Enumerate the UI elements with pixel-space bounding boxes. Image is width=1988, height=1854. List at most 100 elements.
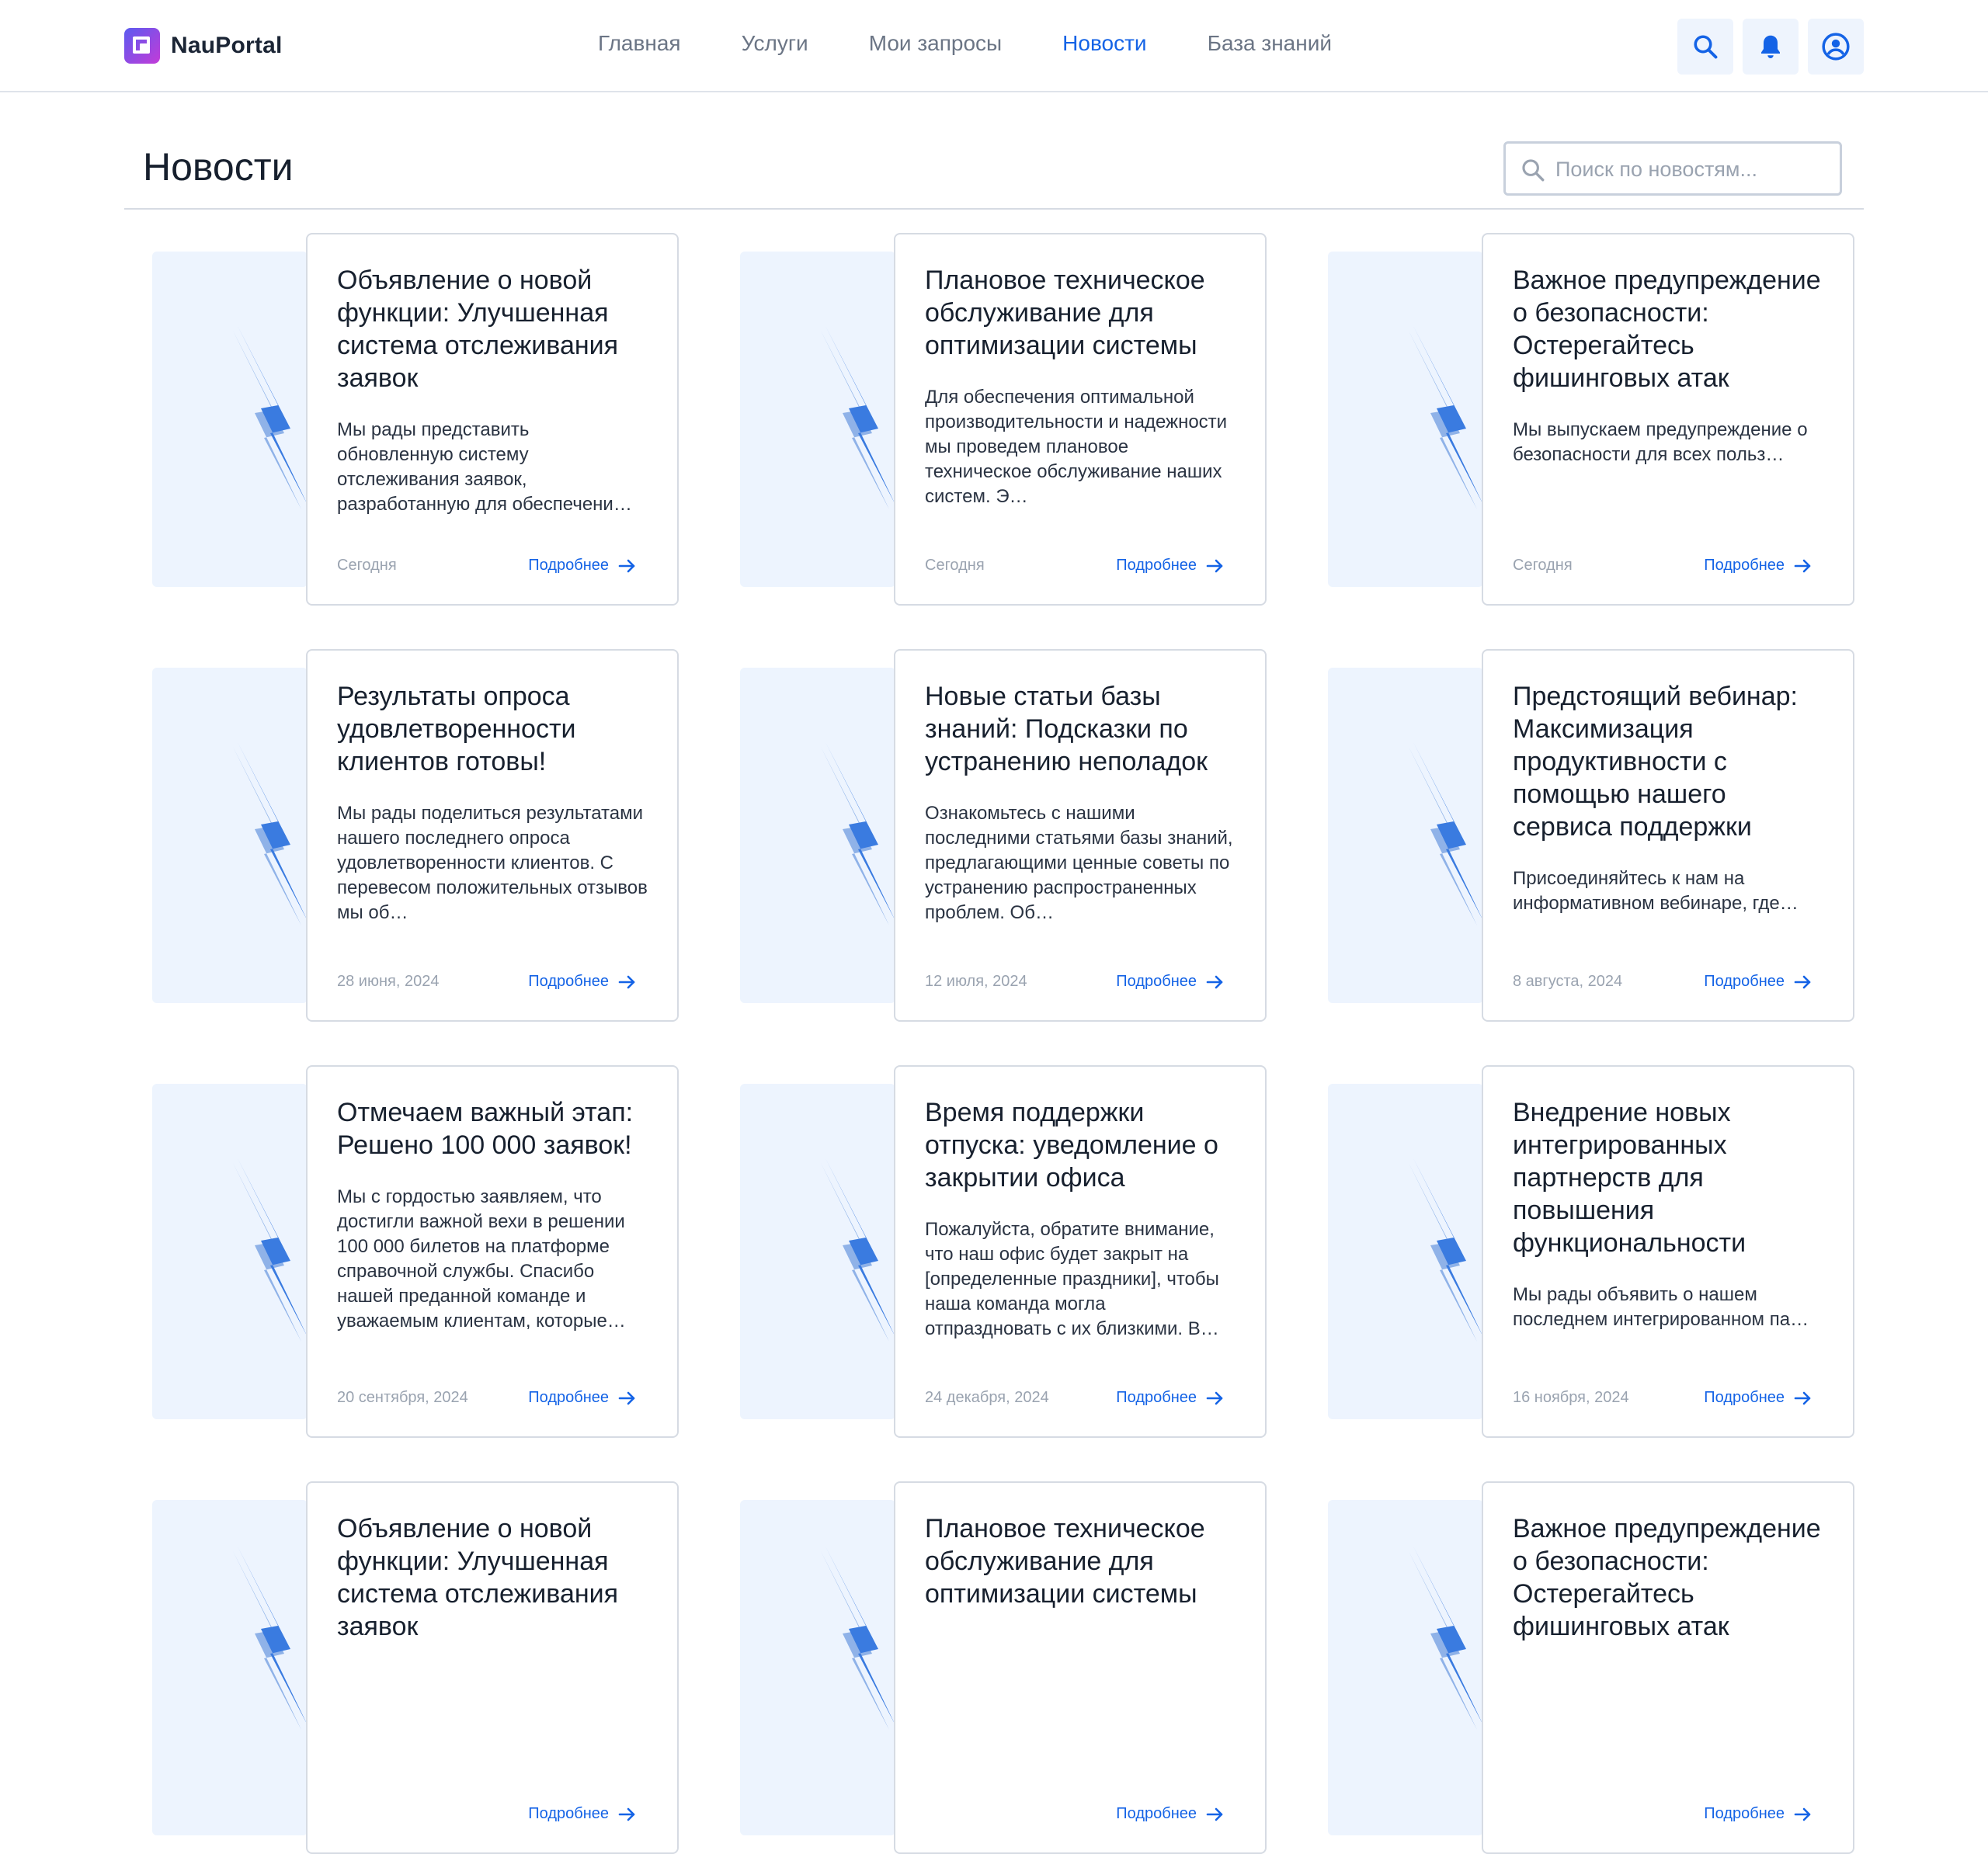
read-more-link[interactable]: Подробнее [528, 557, 637, 575]
nav-item-knowledge-base[interactable]: База знаний [1208, 31, 1332, 56]
news-card-title[interactable]: Важное предупреждение о безопасности: Ос… [1513, 264, 1823, 394]
news-card-body: Объявление о новой функции: Улучшенная с… [306, 233, 679, 606]
news-card-footer: 16 ноября, 2024 Подробнее [1513, 1389, 1812, 1407]
arrow-right-icon [618, 559, 635, 572]
news-card-description: Пожалуйста, обратите внимание, что наш о… [925, 1219, 1219, 1339]
arrow-right-icon [1206, 975, 1223, 988]
news-card-date: 8 августа, 2024 [1513, 973, 1623, 990]
main-nav: Главная Услуги Мои запросы Новости База … [598, 31, 1392, 56]
news-card-title[interactable]: Предстоящий вебинар: Максимизация продук… [1513, 680, 1823, 843]
news-card[interactable]: Отмечаем важный этап: Решено 100 000 зая… [124, 1065, 679, 1438]
news-card-image [1328, 1084, 1483, 1419]
read-more-label: Подробнее [1704, 973, 1785, 990]
lightning-icon [815, 742, 895, 929]
read-more-link[interactable]: Подробнее [1704, 1389, 1812, 1407]
nav-item-news[interactable]: Новости [1062, 31, 1146, 56]
read-more-label: Подробнее [528, 557, 609, 574]
read-more-label: Подробнее [1704, 1389, 1785, 1406]
read-more-link[interactable]: Подробнее [1116, 557, 1225, 575]
news-card[interactable]: Важное предупреждение о безопасности: Ос… [1300, 233, 1854, 606]
news-card-footer: 8 августа, 2024 Подробнее [1513, 973, 1812, 991]
header-search-button[interactable] [1677, 19, 1733, 75]
news-card-image [152, 668, 308, 1003]
arrow-right-icon [1206, 559, 1223, 572]
news-card-description: Мы выпускаем предупреждение о безопаснос… [1513, 419, 1808, 465]
news-card-date: Сегодня [1513, 557, 1573, 574]
news-card-date: 28 июня, 2024 [337, 973, 440, 990]
arrow-right-icon [618, 1807, 635, 1821]
logo[interactable]: NauPortal [124, 28, 283, 64]
news-card-title[interactable]: Плановое техническое обслуживание для оп… [925, 264, 1236, 362]
nav-item-home[interactable]: Главная [598, 31, 681, 56]
read-more-link[interactable]: Подробнее [528, 1389, 637, 1407]
news-card[interactable]: Объявление о новой функции: Улучшенная с… [124, 1481, 679, 1854]
news-card-date: 20 сентября, 2024 [337, 1389, 468, 1406]
page-title: Новости [143, 145, 294, 189]
news-card-date: Сегодня [337, 557, 397, 574]
notifications-button[interactable] [1743, 19, 1799, 75]
news-card[interactable]: Плановое техническое обслуживание для оп… [712, 233, 1267, 606]
news-card-date: Сегодня [925, 557, 985, 574]
news-card-body: Новые статьи базы знаний: Подсказки по у… [894, 649, 1267, 1022]
news-card[interactable]: Предстоящий вебинар: Максимизация продук… [1300, 649, 1854, 1022]
lightning-icon [1402, 1547, 1483, 1733]
lightning-icon [227, 742, 308, 929]
read-more-link[interactable]: Подробнее [1116, 1805, 1225, 1823]
nav-item-services[interactable]: Услуги [742, 31, 808, 56]
profile-button[interactable] [1808, 19, 1864, 75]
news-card-footer: Подробнее [337, 1805, 637, 1823]
news-card[interactable]: Новые статьи базы знаний: Подсказки по у… [712, 649, 1267, 1022]
arrow-right-icon [1206, 1807, 1223, 1821]
news-card-image [1328, 1500, 1483, 1835]
news-card-title[interactable]: Новые статьи базы знаний: Подсказки по у… [925, 680, 1236, 778]
news-card-date: 16 ноября, 2024 [1513, 1389, 1629, 1406]
user-circle-icon [1822, 33, 1850, 61]
read-more-link[interactable]: Подробнее [528, 973, 637, 991]
news-card-title[interactable]: Время поддержки отпуска: уведомление о з… [925, 1096, 1236, 1194]
news-card-description: Ознакомьтесь с нашими последними статьям… [925, 803, 1233, 923]
news-card-title[interactable]: Объявление о новой функции: Улучшенная с… [337, 1512, 648, 1643]
lightning-icon [227, 1158, 308, 1345]
news-card-description: Присоединяйтесь к нам на информативном в… [1513, 868, 1799, 914]
arrow-right-icon [1794, 559, 1811, 572]
app-name: NauPortal [171, 33, 283, 58]
news-card-footer: 20 сентября, 2024 Подробнее [337, 1389, 637, 1407]
read-more-link[interactable]: Подробнее [1704, 1805, 1812, 1823]
news-card-footer: Сегодня Подробнее [925, 557, 1225, 575]
news-card-title[interactable]: Плановое техническое обслуживание для оп… [925, 1512, 1236, 1610]
news-card-title[interactable]: Важное предупреждение о безопасности: Ос… [1513, 1512, 1823, 1643]
news-card-body: Плановое техническое обслуживание для оп… [894, 233, 1267, 606]
news-card[interactable]: Время поддержки отпуска: уведомление о з… [712, 1065, 1267, 1438]
read-more-label: Подробнее [1116, 557, 1197, 574]
read-more-link[interactable]: Подробнее [1116, 973, 1225, 991]
read-more-link[interactable]: Подробнее [1704, 973, 1812, 991]
news-card-title[interactable]: Внедрение новых интегрированных партнерс… [1513, 1096, 1823, 1259]
news-card[interactable]: Внедрение новых интегрированных партнерс… [1300, 1065, 1854, 1438]
news-card-image [740, 1500, 895, 1835]
news-search-input[interactable] [1554, 150, 1829, 189]
news-card-date: 24 декабря, 2024 [925, 1389, 1049, 1406]
news-card-footer: 24 декабря, 2024 Подробнее [925, 1389, 1225, 1407]
news-search[interactable] [1503, 141, 1842, 196]
news-card[interactable]: Результаты опроса удовлетворенности клие… [124, 649, 679, 1022]
news-card-body: Время поддержки отпуска: уведомление о з… [894, 1065, 1267, 1438]
lightning-icon [815, 1158, 895, 1345]
read-more-link[interactable]: Подробнее [528, 1805, 637, 1823]
read-more-link[interactable]: Подробнее [1704, 557, 1812, 575]
logo-icon [124, 28, 160, 64]
news-card-title[interactable]: Результаты опроса удовлетворенности клие… [337, 680, 648, 778]
news-card[interactable]: Важное предупреждение о безопасности: Ос… [1300, 1481, 1854, 1854]
nav-item-my-requests[interactable]: Мои запросы [869, 31, 1002, 56]
arrow-right-icon [1794, 975, 1811, 988]
news-card-description: Мы рады объявить о нашем последнем интег… [1513, 1284, 1809, 1330]
news-card-description: Мы рады представить обновленную систему … [337, 419, 632, 515]
arrow-right-icon [618, 1391, 635, 1404]
news-card[interactable]: Плановое техническое обслуживание для оп… [712, 1481, 1267, 1854]
news-card[interactable]: Объявление о новой функции: Улучшенная с… [124, 233, 679, 606]
news-card-title[interactable]: Отмечаем важный этап: Решено 100 000 зая… [337, 1096, 648, 1161]
read-more-link[interactable]: Подробнее [1116, 1389, 1225, 1407]
news-card-image [152, 1500, 308, 1835]
news-card-title[interactable]: Объявление о новой функции: Улучшенная с… [337, 264, 648, 394]
news-card-body: Внедрение новых интегрированных партнерс… [1482, 1065, 1854, 1438]
header-divider [124, 208, 1864, 210]
